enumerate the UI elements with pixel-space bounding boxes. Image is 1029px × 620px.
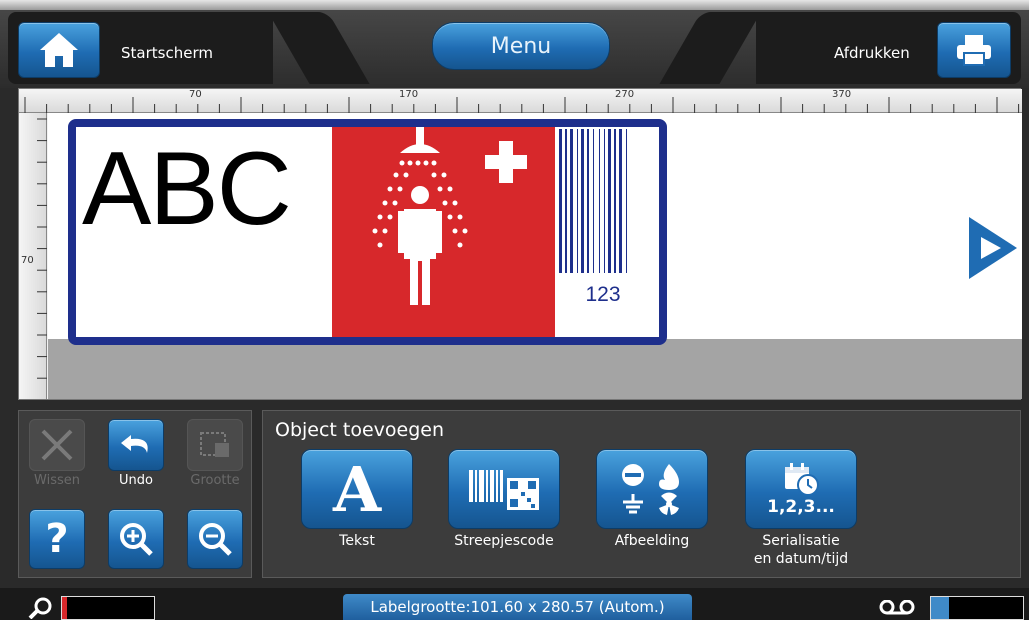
header-right-slope xyxy=(659,12,761,84)
zoom-in-icon xyxy=(108,509,164,569)
resize-label: Grootte xyxy=(190,473,240,488)
home-icon xyxy=(40,33,78,67)
barcode-bar xyxy=(614,129,616,273)
top-bar: Startscherm Menu Afdrukken xyxy=(0,0,1029,88)
menu-label: Menu xyxy=(490,33,552,59)
add-serialization-button[interactable]: 1,2,3... Serialisatie en datum/tijd xyxy=(745,449,857,568)
barcode-bar xyxy=(581,129,584,273)
top-highlight xyxy=(0,0,1029,10)
printer-icon xyxy=(957,35,991,66)
barcode-bar xyxy=(619,129,622,273)
label-preview[interactable]: ABC 123 xyxy=(68,119,667,345)
label-editor-canvas[interactable]: 70 170 270 370 70 ABC 123 xyxy=(18,88,1023,401)
add-image-button[interactable]: Afbeelding xyxy=(596,449,708,551)
barcode-bar xyxy=(608,129,611,273)
barcode-bar xyxy=(570,129,573,273)
label-barcode-object[interactable]: 123 xyxy=(555,127,659,337)
zoom-out-button[interactable] xyxy=(183,509,247,579)
zoom-in-button[interactable] xyxy=(104,509,168,579)
horizontal-ruler: 70 170 270 370 xyxy=(19,89,1022,113)
print-button[interactable] xyxy=(937,22,1011,78)
serial-icon-text: 1,2,3... xyxy=(767,497,835,517)
barcode-icon xyxy=(448,449,560,529)
home-label[interactable]: Startscherm xyxy=(121,44,213,62)
delete-button[interactable]: Wissen xyxy=(25,419,89,489)
add-object-title: Object toevoegen xyxy=(275,419,445,441)
ruler-label: 270 xyxy=(615,89,635,100)
ruler-label: 70 xyxy=(189,89,202,100)
serialization-date-icon: 1,2,3... xyxy=(745,449,857,529)
add-text-button[interactable]: A Tekst xyxy=(301,449,413,551)
ribbon-level-fill xyxy=(62,597,67,619)
next-page-arrow-icon[interactable] xyxy=(963,213,1023,283)
resize-icon xyxy=(187,419,243,471)
print-label[interactable]: Afdrukken xyxy=(834,44,910,62)
barcode-bar xyxy=(559,129,562,273)
label-image-object[interactable] xyxy=(332,127,555,337)
vertical-ruler: 70 xyxy=(19,113,47,401)
edit-tools-panel: Wissen Undo Grootte ? xyxy=(18,410,252,578)
add-text-label: Tekst xyxy=(339,533,375,549)
barcode-bar xyxy=(604,129,605,273)
image-symbols-icon xyxy=(596,449,708,529)
resize-button[interactable]: Grootte xyxy=(183,419,247,489)
ruler-label: 370 xyxy=(832,89,852,100)
undo-button[interactable]: Undo xyxy=(104,419,168,489)
barcode-bars xyxy=(559,129,627,273)
barcode-number: 123 xyxy=(585,283,621,306)
ribbon-level-bar xyxy=(61,596,155,620)
barcode-bar xyxy=(587,129,589,273)
delete-label: Wissen xyxy=(34,473,80,488)
ruler-label: 70 xyxy=(21,255,34,266)
undo-icon xyxy=(108,419,164,471)
zoom-out-icon xyxy=(187,509,243,569)
ribbon-icon xyxy=(28,597,52,619)
ruler-ticks-h xyxy=(24,97,1020,113)
emergency-shower-icon xyxy=(372,127,527,305)
home-button[interactable] xyxy=(18,22,100,78)
undo-label: Undo xyxy=(119,473,153,488)
barcode-bar xyxy=(577,129,578,273)
status-bar: Labelgrootte:101.60 x 280.57 (Autom.) xyxy=(0,588,1029,620)
add-object-panel: Object toevoegen A Tekst Streepjescode A… xyxy=(262,410,1021,578)
barcode-bar xyxy=(626,129,627,273)
barcode-bar xyxy=(593,129,594,273)
workspace-gray-area xyxy=(48,339,1022,399)
text-icon: A xyxy=(301,449,413,529)
add-barcode-button[interactable]: Streepjescode xyxy=(448,449,560,551)
tape-level-fill xyxy=(931,597,950,619)
add-serialization-label: Serialisatie en datum/tijd xyxy=(753,533,849,567)
tape-icon xyxy=(879,600,915,615)
barcode-bar xyxy=(565,129,567,273)
add-image-label: Afbeelding xyxy=(614,533,690,549)
ruler-label: 170 xyxy=(399,89,419,100)
label-text-object[interactable]: ABC xyxy=(82,137,292,241)
menu-button[interactable]: Menu xyxy=(432,22,610,70)
add-barcode-label: Streepjescode xyxy=(454,533,554,549)
tape-level-bar xyxy=(930,596,1024,620)
help-button[interactable]: ? xyxy=(25,509,89,579)
delete-x-icon xyxy=(29,419,85,471)
barcode-bar xyxy=(599,129,600,273)
header-left-slope xyxy=(268,12,370,84)
label-size-indicator[interactable]: Labelgrootte:101.60 x 280.57 (Autom.) xyxy=(343,594,692,620)
help-icon: ? xyxy=(29,509,85,569)
